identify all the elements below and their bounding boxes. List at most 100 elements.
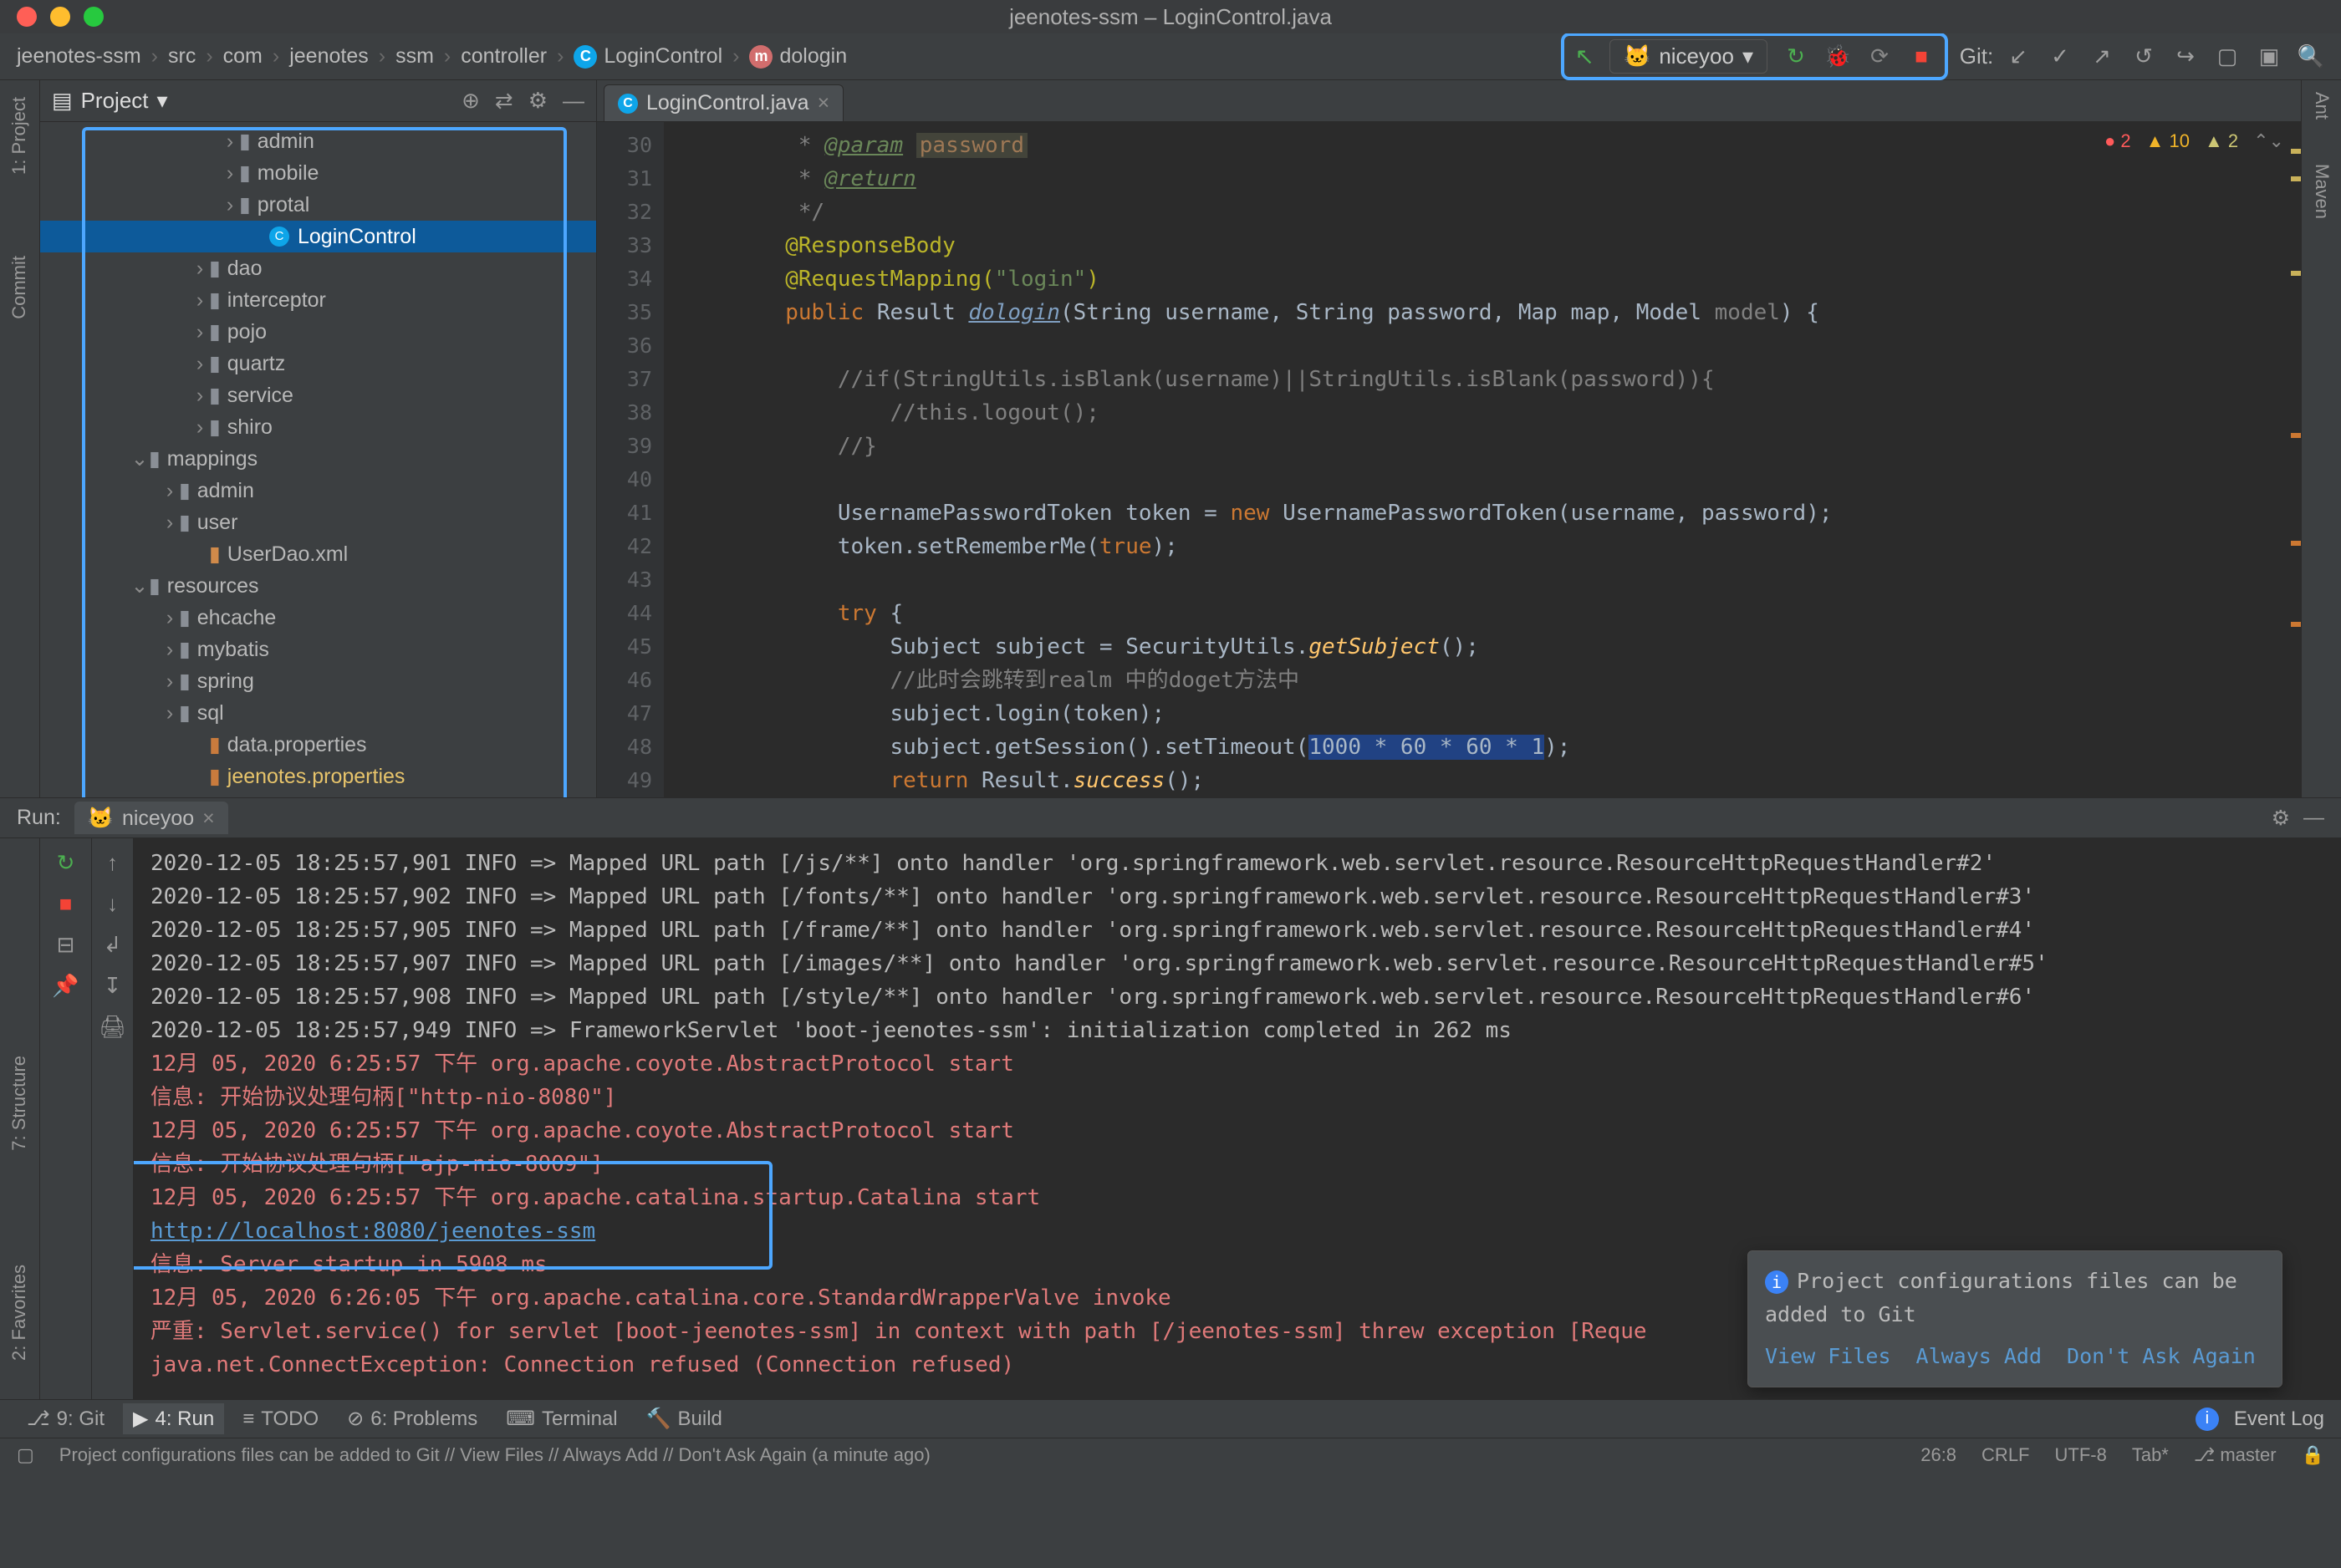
pin-icon[interactable]: 📌 (52, 973, 79, 999)
breadcrumb[interactable]: jeenotes-ssm src com jeenotes ssm contro… (0, 44, 847, 69)
push-icon[interactable]: ↗ (2089, 43, 2115, 70)
down-icon[interactable]: ↓ (107, 891, 118, 917)
gutter[interactable]: 3031323334353637383940414243444546474849… (597, 122, 664, 797)
hide-icon[interactable]: — (2303, 806, 2324, 830)
tree-item[interactable]: ›▮mobile (40, 157, 596, 189)
tree-item[interactable]: ⌄▮resources (40, 570, 596, 602)
crumb-3[interactable]: jeenotes (289, 44, 369, 69)
tree-item[interactable]: ›▮admin (40, 475, 596, 507)
info-icon: i (2196, 1408, 2219, 1431)
project-tree[interactable]: ›▮admin›▮mobile›▮protalCLoginControl›▮da… (40, 122, 596, 797)
main-row: 1: Project Commit ▤ Project ▾ ⊕ ⇄ ⚙ — ›▮… (0, 80, 2341, 797)
tree-item[interactable]: ▮log4j.properties (40, 792, 596, 797)
tree-item[interactable]: ▮jeenotes.properties (40, 761, 596, 792)
error-stripe[interactable] (2281, 122, 2301, 797)
tree-item[interactable]: ›▮admin (40, 125, 596, 157)
caret-position[interactable]: 26:8 (1920, 1444, 1956, 1466)
print-icon[interactable]: 🖨 (99, 1014, 126, 1040)
run-label: Run: (17, 806, 61, 830)
expand-icon[interactable]: ⇄ (495, 88, 513, 114)
crumb-0[interactable]: jeenotes-ssm (17, 44, 141, 69)
hide-icon[interactable]: — (563, 88, 584, 114)
problems-tab[interactable]: ⊘ 6: Problems (337, 1403, 487, 1434)
crumb-1[interactable]: src (168, 44, 196, 69)
commit-tool-tab[interactable]: Commit (8, 256, 30, 319)
tree-item[interactable]: ›▮ehcache (40, 602, 596, 634)
search-everywhere-icon[interactable]: 🔍 (2298, 43, 2324, 70)
run-tab[interactable]: 🐱 niceyoo × (74, 802, 228, 834)
line-separator[interactable]: CRLF (1981, 1444, 2029, 1466)
update-icon[interactable]: ↙ (2005, 43, 2032, 70)
project-tool-tab[interactable]: 1: Project (8, 97, 30, 175)
console-output[interactable]: 2020-12-05 18:25:57,901 INFO => Mapped U… (134, 838, 2341, 1399)
ant-tool-tab[interactable]: Ant (2311, 92, 2333, 120)
sync-icon[interactable]: ▣ (2256, 43, 2282, 70)
stop-icon[interactable]: ■ (1908, 43, 1935, 70)
tree-item[interactable]: ›▮interceptor (40, 284, 596, 316)
code-lines[interactable]: * @param password * @return */ @Response… (664, 122, 2281, 797)
indent-settings[interactable]: Tab* (2132, 1444, 2169, 1466)
rerun-icon[interactable]: ↻ (1783, 43, 1809, 70)
run-highlight-box: ↖ 🐱 niceyoo ▾ ↻ 🐞 ⟳ ■ (1561, 33, 1948, 80)
maven-tool-tab[interactable]: Maven (2311, 164, 2333, 219)
commit-icon[interactable]: ✓ (2047, 43, 2073, 70)
gear-icon[interactable]: ⚙ (2272, 806, 2290, 831)
history-icon[interactable]: ↺ (2130, 43, 2157, 70)
always-add-link[interactable]: Always Add (1916, 1340, 2043, 1373)
stop-icon[interactable]: ■ (59, 891, 73, 917)
tree-item[interactable]: ⌄▮mappings (40, 443, 596, 475)
tree-item[interactable]: ›▮spring (40, 665, 596, 697)
tree-item[interactable]: ›▮pojo (40, 316, 596, 348)
event-log-tab[interactable]: iEvent Log (2196, 1408, 2324, 1431)
crumb-5[interactable]: controller (461, 44, 547, 69)
tree-item[interactable]: ›▮sql (40, 697, 596, 729)
scroll-icon[interactable]: ↧ (104, 973, 122, 999)
file-encoding[interactable]: UTF-8 (2055, 1444, 2107, 1466)
tree-item[interactable]: ›▮protal (40, 189, 596, 221)
rollback-icon[interactable]: ↪ (2172, 43, 2199, 70)
git-branch[interactable]: ⎇ master (2194, 1444, 2277, 1466)
lock-icon[interactable]: 🔒 (2302, 1444, 2324, 1466)
git-tab[interactable]: ⎇ 9: Git (17, 1403, 115, 1434)
run-coverage-icon[interactable]: ⟳ (1866, 43, 1893, 70)
close-icon[interactable]: × (202, 807, 215, 831)
tree-item[interactable]: ▮UserDao.xml (40, 538, 596, 570)
locate-icon[interactable]: ⊕ (462, 88, 480, 114)
crumb-4[interactable]: ssm (395, 44, 434, 69)
project-panel-title[interactable]: ▤ Project ▾ (52, 88, 168, 114)
view-files-link[interactable]: View Files (1765, 1340, 1891, 1373)
favorites-tool-tab[interactable]: 2: Favorites (8, 1265, 30, 1361)
tree-item[interactable]: ▮data.properties (40, 729, 596, 761)
diff-icon[interactable]: ▢ (2214, 43, 2241, 70)
crumb-class[interactable]: CLoginControl (574, 44, 722, 69)
todo-tab[interactable]: ≡ TODO (232, 1404, 329, 1434)
status-button-icon[interactable]: ▢ (17, 1444, 34, 1466)
git-config-notification: iProject configurations files can be add… (1747, 1250, 2282, 1387)
wrap-icon[interactable]: ↲ (104, 932, 122, 958)
crumb-2[interactable]: com (223, 44, 263, 69)
structure-tool-tab[interactable]: 7: Structure (8, 1056, 30, 1151)
tree-item[interactable]: ›▮user (40, 507, 596, 538)
run-tab[interactable]: ▶ 4: Run (123, 1403, 224, 1434)
up-icon[interactable]: ↑ (107, 850, 118, 876)
editor-tab[interactable]: C LoginControl.java × (604, 84, 844, 121)
tree-item[interactable]: ›▮quartz (40, 348, 596, 379)
layout-icon[interactable]: ⊟ (57, 932, 75, 958)
build-icon[interactable]: ↖ (1574, 43, 1594, 70)
code-area[interactable]: 3031323334353637383940414243444546474849… (597, 122, 2301, 797)
tree-item[interactable]: CLoginControl (40, 221, 596, 252)
terminal-tab[interactable]: ⌨ Terminal (496, 1403, 627, 1434)
rerun-icon[interactable]: ↻ (57, 850, 75, 876)
tree-item[interactable]: ›▮dao (40, 252, 596, 284)
tree-item[interactable]: ›▮service (40, 379, 596, 411)
tree-item[interactable]: ›▮shiro (40, 411, 596, 443)
close-tab-icon[interactable]: × (818, 91, 830, 115)
title-bar: jeenotes-ssm – LoginControl.java (0, 0, 2341, 33)
debug-icon[interactable]: 🐞 (1824, 43, 1851, 70)
crumb-method[interactable]: mdologin (749, 44, 847, 69)
tree-item[interactable]: ›▮mybatis (40, 634, 596, 665)
build-tab[interactable]: 🔨 Build (636, 1403, 732, 1434)
dont-ask-link[interactable]: Don't Ask Again (2067, 1340, 2256, 1373)
run-config-dropdown[interactable]: 🐱 niceyoo ▾ (1609, 39, 1767, 74)
gear-icon[interactable]: ⚙ (528, 88, 548, 114)
